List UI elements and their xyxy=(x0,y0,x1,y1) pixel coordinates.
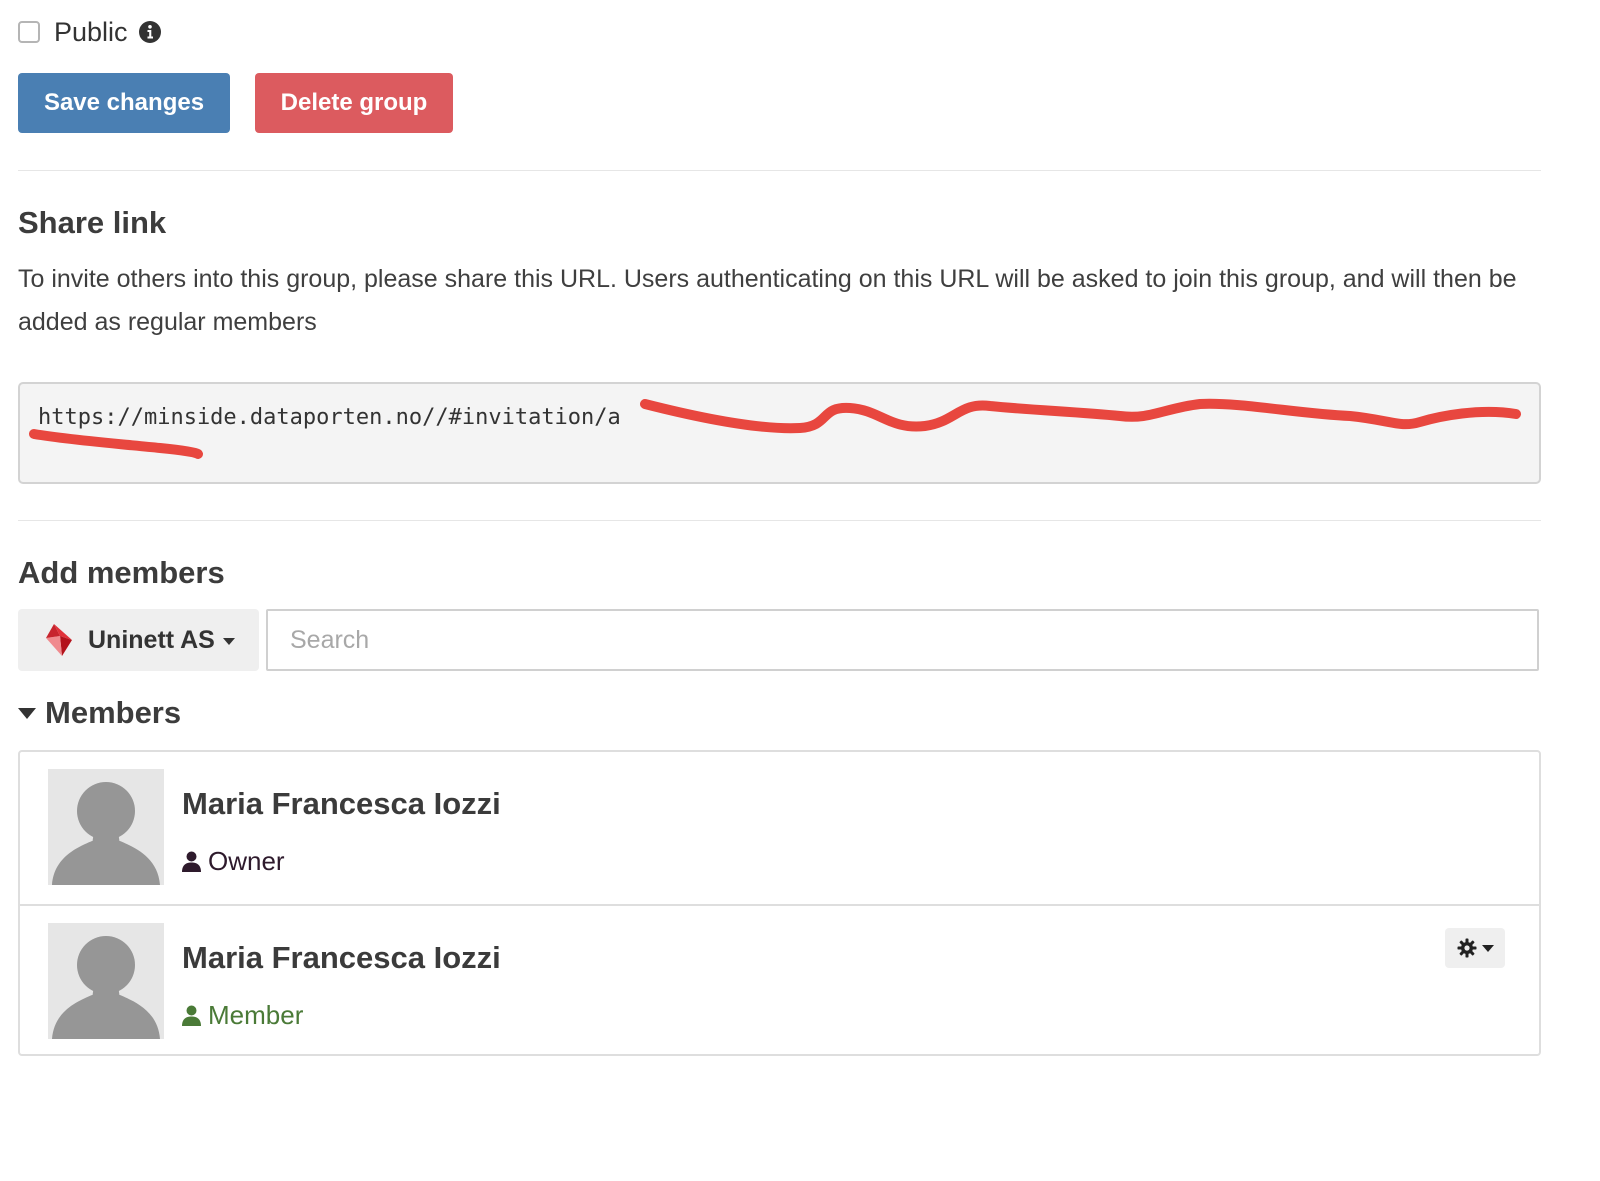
member-search-input[interactable] xyxy=(266,609,1539,671)
member-row: Maria Francesca Iozzi Member xyxy=(20,904,1539,1056)
delete-group-button[interactable]: Delete group xyxy=(255,73,453,133)
save-changes-button[interactable]: Save changes xyxy=(18,73,230,133)
info-icon[interactable] xyxy=(138,20,162,44)
member-role: Owner xyxy=(182,846,285,877)
member-name: Maria Francesca Iozzi xyxy=(182,786,501,821)
members-collapse-toggle[interactable]: Members xyxy=(18,695,181,731)
members-title: Members xyxy=(45,695,182,730)
divider xyxy=(18,170,1541,171)
caret-down-icon xyxy=(222,637,235,645)
member-role-label: Member xyxy=(208,1000,304,1030)
user-icon xyxy=(182,851,201,872)
public-label: Public xyxy=(54,16,128,47)
share-url-box[interactable]: https://minside.dataporten.no//#invitati… xyxy=(18,382,1541,484)
gear-icon xyxy=(1457,938,1476,958)
caret-down-icon xyxy=(1481,944,1494,952)
add-members-title: Add members xyxy=(18,555,225,590)
organization-label: Uninett AS xyxy=(88,625,215,654)
share-link-description: To invite others into this group, please… xyxy=(18,265,1517,336)
organization-select-button[interactable]: Uninett AS xyxy=(18,609,259,671)
share-url-visible: https://minside.dataporten.no//#invitati… xyxy=(38,405,621,430)
member-role-label: Owner xyxy=(208,846,285,876)
members-list: Maria Francesca Iozzi Owner Maria France… xyxy=(18,750,1541,1056)
user-icon xyxy=(182,1005,201,1026)
member-settings-button[interactable] xyxy=(1445,928,1505,968)
avatar-placeholder-icon xyxy=(48,769,164,885)
member-role: Member xyxy=(182,1000,303,1031)
uninett-logo-icon xyxy=(46,624,72,656)
public-row: Public xyxy=(18,14,162,50)
member-row: Maria Francesca Iozzi Owner xyxy=(20,752,1539,904)
caret-down-icon xyxy=(18,707,36,719)
avatar-placeholder-icon xyxy=(48,923,164,1039)
divider xyxy=(18,520,1541,521)
share-url-text[interactable]: https://minside.dataporten.no//#invitati… xyxy=(38,401,1521,435)
public-checkbox[interactable] xyxy=(18,21,40,43)
share-link-title: Share link xyxy=(18,205,167,240)
member-name: Maria Francesca Iozzi xyxy=(182,940,501,975)
